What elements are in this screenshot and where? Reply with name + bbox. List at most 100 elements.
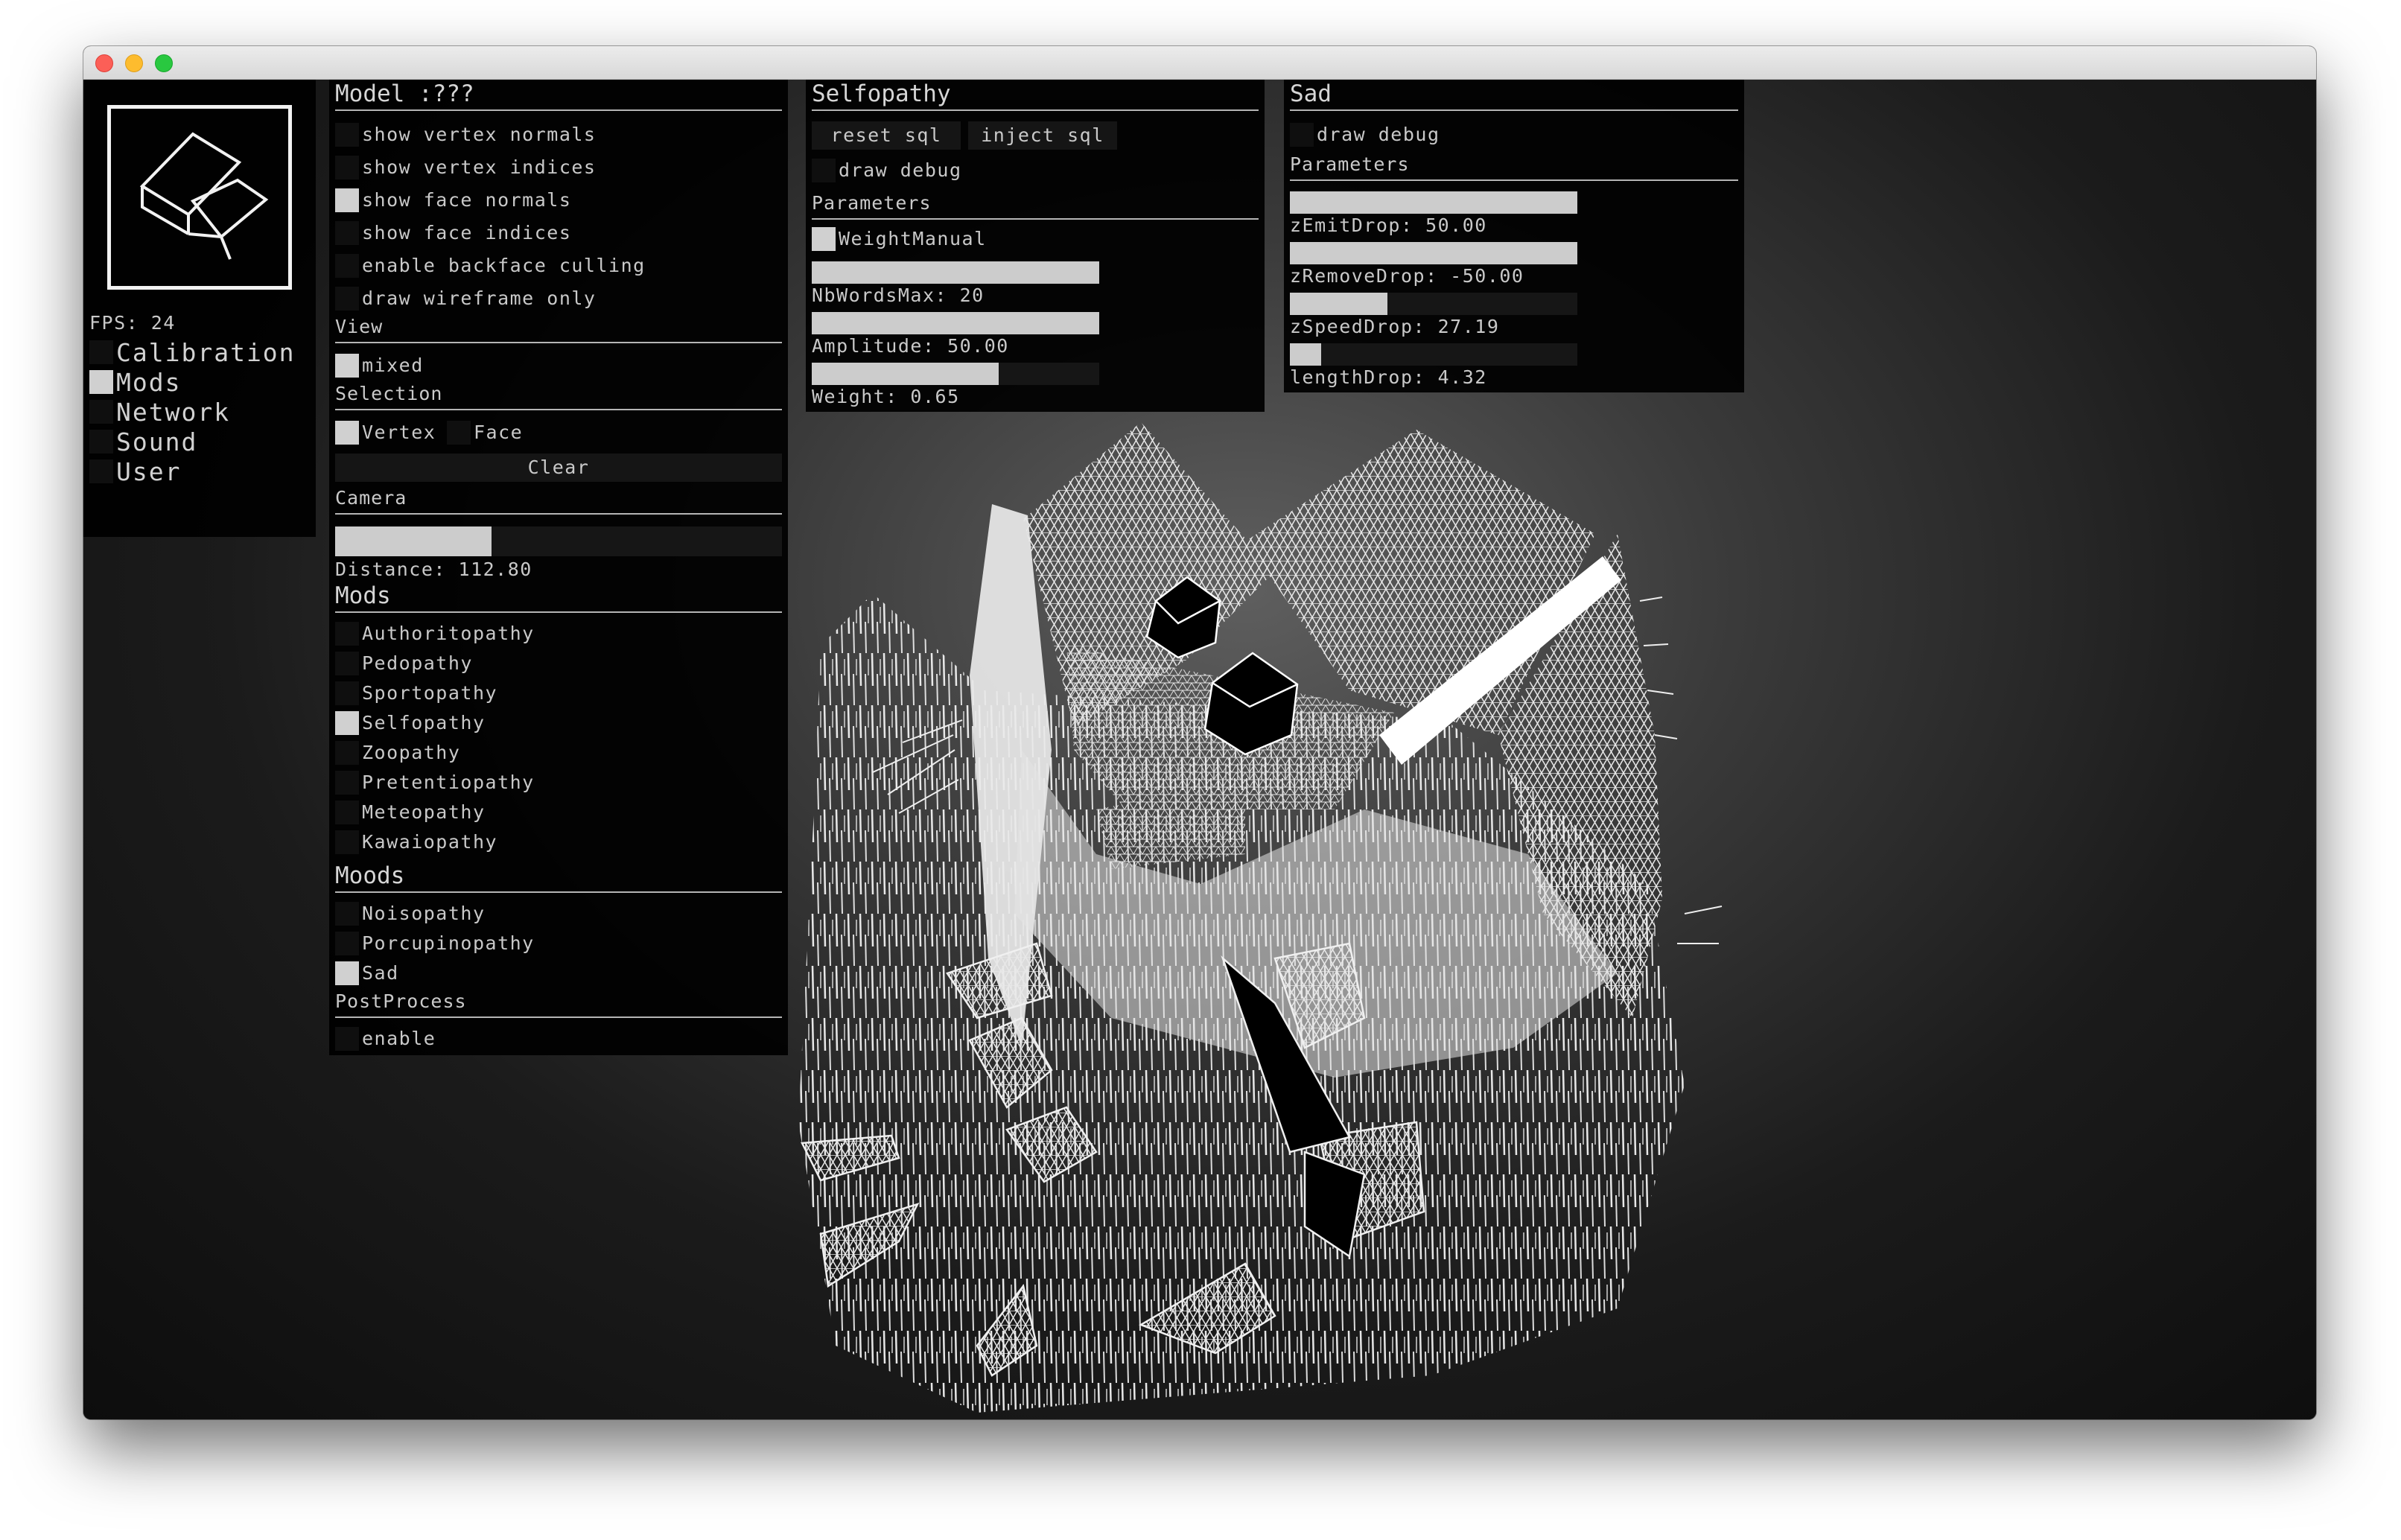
mod-pretentiopathy[interactable]: Pretentiopathy (335, 769, 782, 796)
lengthdrop-label: lengthDrop: 4.32 (1290, 366, 1487, 388)
slider-fill (812, 261, 1099, 284)
checkbox[interactable] (335, 156, 359, 179)
checkbox[interactable] (335, 771, 359, 795)
zremovedrop-slider[interactable] (1290, 242, 1577, 264)
model-panel-title: Model :??? (335, 81, 782, 111)
checkbox[interactable] (335, 1027, 359, 1051)
sad-parameters-header: Parameters (1290, 154, 1738, 181)
view-section-header: View (335, 316, 782, 343)
inject-sql-button[interactable]: inject sql (968, 121, 1117, 150)
slider-fill (812, 363, 999, 385)
reset-sql-button[interactable]: reset sql (812, 121, 961, 150)
menu-item-mods[interactable]: Mods (116, 369, 181, 397)
checkbox[interactable] (335, 801, 359, 824)
menu-item-calibration[interactable]: Calibration (116, 339, 296, 367)
close-window-button[interactable] (95, 54, 113, 72)
zspeeddrop-label: zSpeedDrop: 27.19 (1290, 316, 1500, 337)
mods-section-header: Mods (335, 583, 782, 613)
checkbox[interactable] (335, 254, 359, 278)
mod-meteopathy[interactable]: Meteopathy (335, 799, 782, 826)
menu-item-sound[interactable]: Sound (116, 428, 197, 456)
weight-label: Weight: 0.65 (812, 386, 960, 407)
checkbox[interactable] (335, 711, 359, 735)
model-panel: Model :??? show vertex normals show vert… (329, 80, 788, 1055)
checkbox[interactable] (335, 932, 359, 955)
logo-icon (139, 132, 269, 260)
camera-distance-slider-fill (335, 526, 492, 556)
title-bar (83, 46, 2316, 80)
zemitdrop-label: zEmitDrop: 50.00 (1290, 214, 1487, 236)
checkbox[interactable] (335, 287, 359, 311)
camera-distance-slider[interactable] (335, 526, 782, 556)
weight-slider[interactable] (812, 363, 1099, 385)
option-view-mixed[interactable]: mixed (335, 352, 782, 379)
main-menu-panel: FPS: 24 Calibration Mods Network Sound U… (83, 80, 316, 537)
moods-section-header: Moods (335, 863, 782, 893)
option-selection-face[interactable]: Face (447, 419, 559, 446)
checkbox[interactable] (335, 421, 359, 445)
checkbox[interactable] (335, 221, 359, 245)
menu-item-network[interactable]: Network (116, 398, 230, 427)
camera-section-header: Camera (335, 488, 782, 515)
option-show-vertex-indices[interactable]: show vertex indices (335, 154, 782, 181)
option-enable-backface-culling[interactable]: enable backface culling (335, 252, 782, 279)
selfopathy-parameters-header: Parameters (812, 193, 1259, 220)
mod-kawaiopathy[interactable]: Kawaiopathy (335, 829, 782, 856)
nbwordsmax-slider[interactable] (812, 261, 1099, 284)
postprocess-enable[interactable]: enable (335, 1025, 782, 1052)
checkbox[interactable] (335, 741, 359, 765)
calibration-checkbox[interactable] (89, 340, 113, 364)
mod-authoritopathy[interactable]: Authoritopathy (335, 620, 782, 647)
checkbox[interactable] (335, 961, 359, 985)
checkbox[interactable] (335, 622, 359, 646)
option-draw-wireframe-only[interactable]: draw wireframe only (335, 285, 782, 312)
weight-manual-toggle[interactable]: WeightManual (812, 226, 1259, 252)
mod-sportopathy[interactable]: Sportopathy (335, 680, 782, 707)
slider-fill (1290, 293, 1388, 315)
menu-item-user[interactable]: User (116, 458, 181, 486)
maximize-window-button[interactable] (155, 54, 173, 72)
lengthdrop-slider[interactable] (1290, 343, 1577, 366)
checkbox[interactable] (335, 188, 359, 212)
option-show-face-normals[interactable]: show face normals (335, 187, 782, 214)
mod-pedopathy[interactable]: Pedopathy (335, 650, 782, 677)
mood-noisopathy[interactable]: Noisopathy (335, 900, 782, 927)
option-show-vertex-normals[interactable]: show vertex normals (335, 121, 782, 148)
nbwordsmax-label: NbWordsMax: 20 (812, 284, 985, 306)
3d-viewport[interactable]: FPS: 24 Calibration Mods Network Sound U… (83, 80, 2316, 1419)
option-show-face-indices[interactable]: show face indices (335, 220, 782, 246)
mood-sad[interactable]: Sad (335, 960, 782, 987)
slider-fill (1290, 191, 1577, 214)
mods-checkbox[interactable] (89, 370, 113, 394)
checkbox[interactable] (1290, 123, 1314, 147)
checkbox[interactable] (335, 902, 359, 926)
minimize-window-button[interactable] (125, 54, 143, 72)
mod-selfopathy[interactable]: Selfopathy (335, 710, 782, 736)
checkbox[interactable] (335, 830, 359, 854)
selfopathy-draw-debug[interactable]: draw debug (812, 157, 1259, 184)
checkbox[interactable] (335, 123, 359, 147)
amplitude-label: Amplitude: 50.00 (812, 335, 1009, 357)
zemitdrop-slider[interactable] (1290, 191, 1577, 214)
slider-fill (1290, 242, 1577, 264)
app-logo (107, 105, 292, 290)
user-checkbox[interactable] (89, 459, 113, 483)
network-checkbox[interactable] (89, 400, 113, 424)
mod-zoopathy[interactable]: Zoopathy (335, 739, 782, 766)
app-window: FPS: 24 Calibration Mods Network Sound U… (83, 46, 2316, 1419)
checkbox[interactable] (335, 652, 359, 675)
fps-readout: FPS: 24 (89, 312, 176, 334)
option-selection-vertex[interactable]: Vertex (335, 419, 447, 446)
checkbox[interactable] (812, 159, 836, 182)
checkbox[interactable] (335, 681, 359, 705)
checkbox[interactable] (335, 354, 359, 378)
sad-panel-title: Sad (1290, 81, 1738, 111)
checkbox[interactable] (812, 227, 836, 251)
sound-checkbox[interactable] (89, 430, 113, 454)
mood-porcupinopathy[interactable]: Porcupinopathy (335, 930, 782, 957)
amplitude-slider[interactable] (812, 312, 1099, 334)
zspeeddrop-slider[interactable] (1290, 293, 1577, 315)
sad-draw-debug[interactable]: draw debug (1290, 121, 1738, 148)
checkbox[interactable] (447, 421, 471, 445)
clear-selection-button[interactable]: Clear (335, 454, 782, 482)
